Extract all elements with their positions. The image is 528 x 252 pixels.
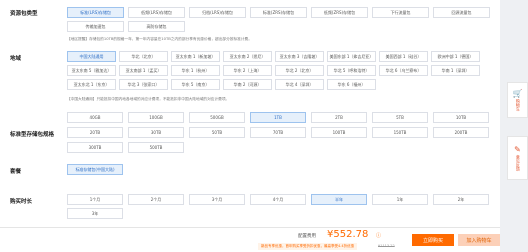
region-option[interactable]: 亚太东南 2（悉尼） [223, 51, 272, 62]
resource-type-option[interactable]: 低频(LRS)存储包 [128, 7, 185, 18]
resource-type-option[interactable]: 标准(LRS)存储包 [67, 7, 124, 18]
spec-option[interactable]: 70TB [250, 127, 306, 138]
region-option[interactable]: 华北 3（张家口） [119, 79, 168, 90]
spec-option[interactable]: 40GB [67, 112, 123, 123]
duration-option[interactable]: 2年 [433, 194, 489, 205]
region-option[interactable]: 华东 2（上海） [223, 65, 272, 76]
region-option[interactable]: 华北 5（呼和浩特） [327, 65, 376, 76]
region-option[interactable]: 亚太东南 3（吉隆坡） [275, 51, 324, 62]
duration-option[interactable]: 1个月 [67, 194, 123, 205]
region-option[interactable]: 华北 6（乌兰察布） [379, 65, 428, 76]
spec-option[interactable]: 200TB [433, 127, 489, 138]
feedback-sidebar-label: 意见反馈 [515, 155, 521, 172]
resource-type-option[interactable]: 归档(LRS)存储包 [189, 7, 246, 18]
region-option[interactable]: 华南 2（河源） [223, 79, 272, 90]
region-option[interactable]: 华东 5（南京） [171, 79, 220, 90]
spec-option[interactable]: 50TB [189, 127, 245, 138]
duration-option[interactable]: 2个月 [128, 194, 184, 205]
spec-option[interactable]: 10TB [433, 112, 489, 123]
region-option[interactable]: 美国西部 1（硅谷） [379, 51, 428, 62]
region-option[interactable]: 华北（北京） [119, 51, 168, 62]
resource-type-option[interactable]: 回源流量包 [433, 7, 490, 18]
spec-option[interactable]: 100TB [311, 127, 367, 138]
type-option[interactable]: 标准存储包(中国大陆) [67, 164, 123, 175]
spec-option[interactable]: 300TB [67, 142, 123, 153]
spec-option[interactable]: 100GB [128, 112, 184, 123]
duration-label: 购买时长 [10, 199, 33, 205]
spec-option[interactable]: 500TB [128, 142, 184, 153]
spec-option[interactable]: 5TB [372, 112, 428, 123]
region-note: 【中国大陆通用】只能抵扣中国内地各地域的对应计费项，不能抵扣非中国大陆地域的对应… [67, 97, 230, 101]
promo-badge: 新品专享优惠，首年购买享受折扣优惠，最高享受4.4折优惠 [258, 243, 358, 250]
price-info-icon[interactable]: ⓘ [376, 232, 381, 239]
spec-option[interactable]: 1TB [250, 112, 306, 123]
region-label: 地域 [10, 56, 22, 62]
total-price: ¥552.78 [327, 229, 369, 240]
duration-option[interactable]: 3个月 [189, 194, 245, 205]
original-price: ¥1113.22 [378, 244, 395, 248]
region-option[interactable]: 华北 2（北京） [275, 65, 324, 76]
resource-type-option[interactable]: 低频(ZRS)存储包 [311, 7, 368, 18]
duration-option[interactable]: 1年 [372, 194, 428, 205]
region-option[interactable]: 华北 4（深圳） [275, 79, 324, 90]
price-label: 配置费用 [298, 234, 316, 239]
package-label: 套餐 [10, 169, 22, 175]
feedback-icon: ✎ [514, 144, 521, 154]
spec-option[interactable]: 500GB [189, 112, 245, 123]
spec-option[interactable]: 20TB [67, 127, 123, 138]
cart-icon: 🛒 [512, 88, 523, 98]
duration-option[interactable]: 3年 [67, 208, 123, 219]
resource-type-note: 【地区提醒】存储包的10TB的规格一年，第一年内容量在10TB之内的部分享有优惠… [67, 37, 252, 41]
feedback-sidebar-button[interactable]: ✎ 意见反馈 [507, 136, 528, 180]
order-footer: 配置费用 ¥552.78 ⓘ 新品专享优惠，首年购买享受折扣优惠，最高享受4.4… [0, 227, 500, 252]
region-option[interactable]: 欧洲中部 1（德国） [431, 51, 480, 62]
region-option[interactable]: 亚太东北 1（东京） [67, 79, 116, 90]
spec-label: 标准型存储包规格 [10, 132, 55, 138]
add-to-cart-button[interactable]: 加入购物车 [458, 234, 500, 246]
spec-option[interactable]: 150TB [372, 127, 428, 138]
region-option[interactable]: 华南 1（深圳） [431, 65, 480, 76]
resource-type-option[interactable]: 高防存储包 [128, 21, 185, 32]
resource-type-option[interactable]: 传输加速包 [67, 21, 124, 32]
region-option[interactable]: 亚太东南 5（雅加达） [67, 65, 116, 76]
buy-now-button[interactable]: 立即购买 [412, 234, 454, 246]
region-option[interactable]: 华东 6（福州） [327, 79, 376, 90]
cart-sidebar-button[interactable]: 🛒 购物车 [507, 82, 528, 118]
resource-type-option[interactable]: 标准(ZRS)存储包 [250, 7, 307, 18]
region-option[interactable]: 华东 1（杭州） [171, 65, 220, 76]
spec-option[interactable]: 2TB [311, 112, 367, 123]
spec-option[interactable]: 30TB [128, 127, 184, 138]
cart-sidebar-label: 购物车 [515, 99, 521, 112]
duration-option[interactable]: 4个月 [250, 194, 306, 205]
resource-type-label: 资源包类型 [10, 11, 38, 17]
region-option[interactable]: 亚太南部 1（孟买） [119, 65, 168, 76]
region-option[interactable]: 亚太东南 1（新加坡） [171, 51, 220, 62]
duration-option[interactable]: 半年 [311, 194, 367, 205]
config-panel: 资源包类型 标准(LRS)存储包 低频(LRS)存储包 归档(LRS)存储包 标准(Z… [0, 0, 500, 252]
region-option[interactable]: 中国大陆通用 [67, 51, 116, 62]
region-option[interactable]: 美国东部 1（弗吉尼亚） [327, 51, 376, 62]
resource-type-option[interactable]: 下行流量包 [372, 7, 429, 18]
